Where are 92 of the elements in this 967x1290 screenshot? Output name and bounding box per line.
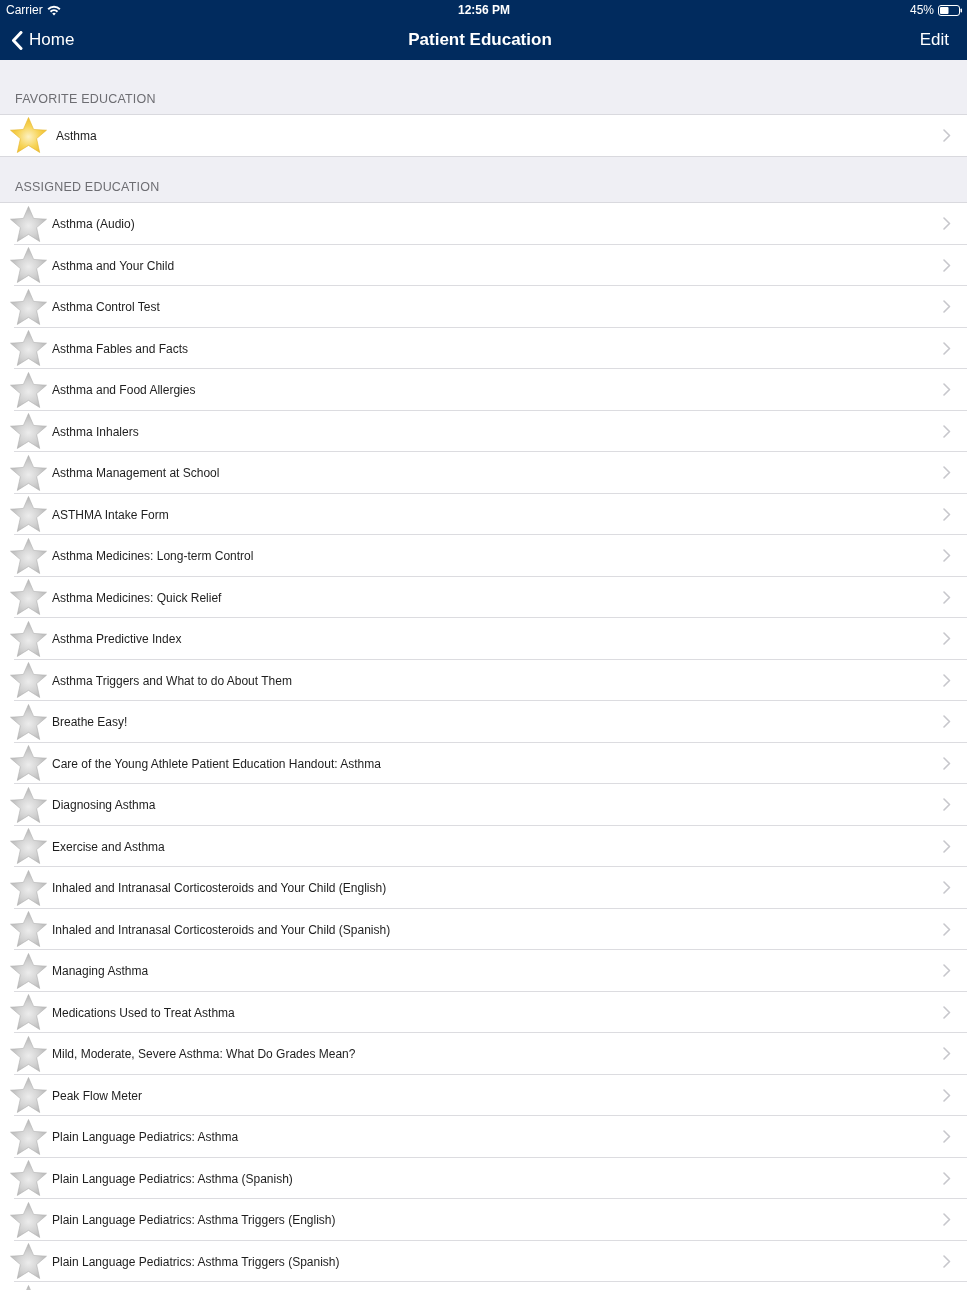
chevron-icon (943, 590, 951, 604)
chevron-icon (943, 341, 951, 355)
chevron-icon (943, 507, 951, 521)
education-title: Asthma (Audio) (52, 216, 135, 234)
education-title: Peak Flow Meter (52, 1087, 143, 1105)
star-icon[interactable] (10, 994, 47, 1031)
chevron-icon (943, 964, 951, 978)
education-title: Asthma Control Test (52, 299, 160, 317)
education-title: Care of the Young Athlete Patient Education Handout: Asthma (52, 755, 381, 773)
education-title: Asthma Inhalers (52, 423, 139, 441)
education-title: Exercise and Asthma (52, 838, 165, 856)
chevron-icon (943, 715, 951, 729)
battery-icon (938, 4, 962, 16)
star-icon[interactable] (10, 496, 47, 533)
star-icon[interactable] (10, 1118, 47, 1155)
chevron-icon (943, 1130, 951, 1144)
education-title: Diagnosing Asthma (52, 797, 156, 815)
chevron-icon (943, 756, 951, 770)
education-title: Plain Language Pediatrics: Asthma Triggers (Spanish) (52, 1253, 340, 1271)
wifi-icon (46, 4, 61, 16)
star-icon[interactable] (10, 288, 47, 325)
section-header: FAVORITE EDUCATION (15, 91, 156, 107)
star-icon[interactable] (10, 454, 47, 491)
chevron-icon (943, 1088, 951, 1102)
chevron-icon (943, 632, 951, 646)
star-icon[interactable] (10, 703, 47, 740)
chevron-icon (943, 922, 951, 936)
education-title: Asthma Predictive Index (52, 631, 182, 649)
education-title: Plain Language Pediatrics: Asthma (52, 1129, 239, 1147)
education-title: Asthma Fables and Facts (52, 340, 189, 358)
favorite-star-icon[interactable] (10, 117, 47, 154)
star-icon[interactable] (10, 537, 47, 574)
chevron-icon (943, 1047, 951, 1061)
star-icon[interactable] (10, 413, 47, 450)
chevron-icon (943, 673, 951, 687)
star-icon[interactable] (10, 1035, 47, 1072)
screen-title: Patient Education (408, 29, 552, 52)
education-title: Asthma Medicines: Quick Relief (52, 589, 222, 607)
star-icon[interactable] (10, 1077, 47, 1114)
battery-percent: 45% (909, 2, 934, 19)
star-icon[interactable] (10, 869, 47, 906)
chevron-icon (943, 798, 951, 812)
education-title: Asthma Medicines: Long-term Control (52, 548, 254, 566)
section-header: ASSIGNED EDUCATION (15, 180, 160, 195)
chevron-icon (943, 1213, 951, 1227)
star-icon[interactable] (10, 786, 47, 823)
chevron-icon (943, 549, 951, 563)
back-chevron-icon[interactable] (11, 30, 23, 50)
chevron-icon (943, 1254, 951, 1268)
education-title: Plain Language Pediatrics: Asthma Triggers (English) (52, 1212, 336, 1230)
star-icon[interactable] (10, 330, 47, 367)
chevron-icon (943, 466, 951, 480)
back-button[interactable]: Home (11, 29, 75, 51)
star-icon[interactable] (10, 828, 47, 865)
edit-button[interactable]: Edit (919, 29, 949, 51)
star-icon[interactable] (10, 1160, 47, 1197)
education-title: Managing Asthma (52, 963, 149, 981)
carrier-label: Carrier (6, 2, 43, 19)
star-icon[interactable] (10, 952, 47, 989)
education-title: Medications Used to Treat Asthma (52, 1004, 235, 1022)
star-icon[interactable] (10, 620, 47, 657)
chevron-icon (943, 881, 951, 895)
education-title: ASTHMA Intake Form (52, 506, 169, 524)
chevron-icon (943, 217, 951, 231)
chevron-icon (943, 383, 951, 397)
chevron-icon (943, 1171, 951, 1185)
education-title: Breathe Easy! (52, 714, 128, 732)
chevron-icon (943, 424, 951, 438)
chevron-icon (943, 300, 951, 314)
chevron-icon (943, 128, 951, 142)
star-icon[interactable] (10, 1243, 47, 1280)
star-icon[interactable] (10, 911, 47, 948)
education-title: Inhaled and Intranasal Corticosteroids and Your Child (English) (52, 880, 387, 898)
star-icon[interactable] (10, 662, 47, 699)
education-title: Asthma (56, 127, 97, 145)
star-icon[interactable] (10, 371, 47, 408)
education-title: Asthma and Your Child (52, 257, 175, 275)
time-label: 12:56 PM (458, 2, 510, 19)
star-icon[interactable] (10, 1201, 47, 1238)
chevron-icon (943, 1005, 951, 1019)
education-title: Inhaled and Intranasal Corticosteroids and Your Child (Spanish) (52, 921, 391, 939)
education-title: Asthma Triggers and What to do About Them (52, 672, 292, 690)
chevron-icon (943, 258, 951, 272)
chevron-icon (943, 839, 951, 853)
star-icon[interactable] (10, 247, 47, 284)
education-title: Plain Language Pediatrics: Asthma (Spanish) (52, 1170, 293, 1188)
education-title: Asthma Management at School (52, 465, 220, 483)
star-icon[interactable] (10, 745, 47, 782)
education-title: Mild, Moderate, Severe Asthma: What Do Grades Mean? (52, 1046, 356, 1064)
star-icon[interactable] (10, 205, 47, 242)
star-icon[interactable] (10, 579, 47, 616)
education-title: Asthma and Food Allergies (52, 382, 196, 400)
